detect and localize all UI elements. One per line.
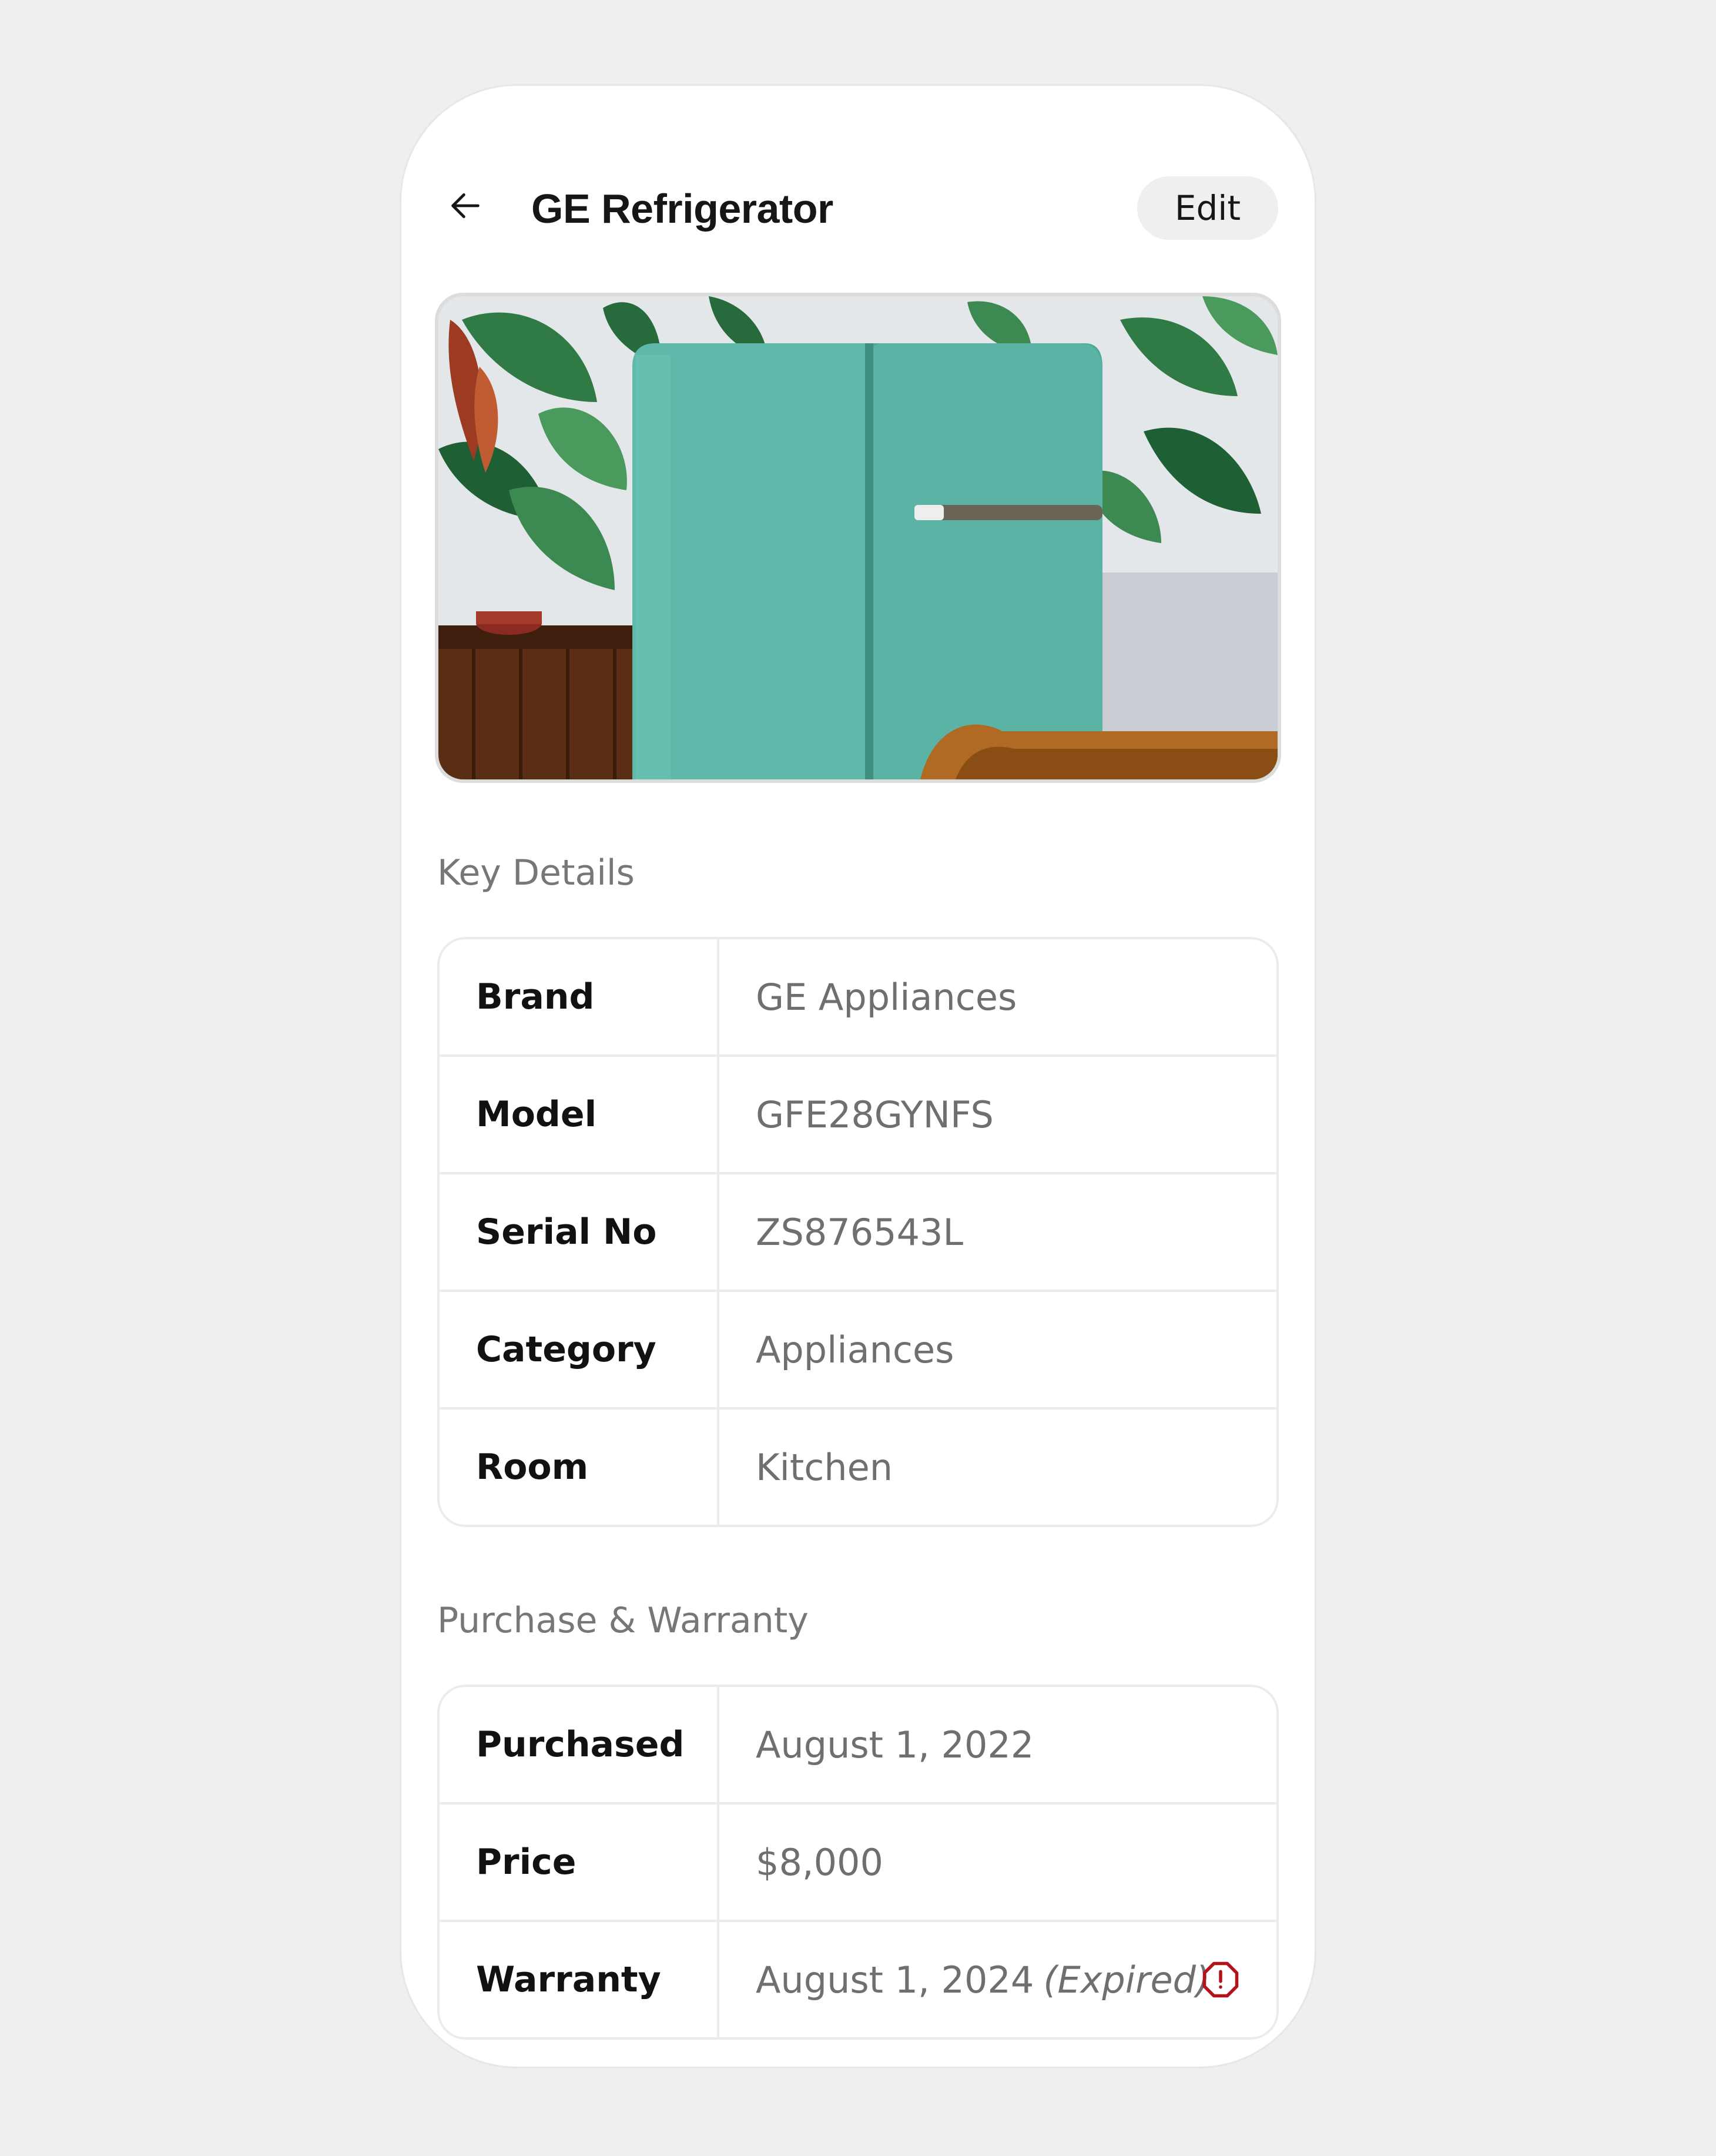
table-row: Room Kitchen [440, 1407, 1276, 1525]
table-row: Model GFE28GYNFS [440, 1054, 1276, 1172]
table-row: Purchased August 1, 2022 [440, 1687, 1276, 1802]
row-value: GFE28GYNFS [756, 1093, 994, 1136]
table-row: Category Appliances [440, 1290, 1276, 1407]
warranty-date: August 1, 2024 [756, 1958, 1034, 2001]
row-label: Room [440, 1410, 719, 1525]
row-label: Price [440, 1805, 719, 1920]
expired-status: (Expired) [1043, 1958, 1211, 2001]
row-label: Model [440, 1057, 719, 1172]
key-details-table: Brand GE Appliances Model GFE28GYNFS Ser… [437, 937, 1279, 1527]
table-row: Serial No ZS876543L [440, 1172, 1276, 1290]
row-label: Serial No [440, 1174, 719, 1290]
row-value: ZS876543L [756, 1210, 964, 1254]
arrow-left-icon [451, 193, 480, 219]
page-title: GE Refrigerator [531, 186, 833, 232]
row-value: August 1, 2022 [756, 1723, 1034, 1766]
alert-octagon-icon[interactable] [1201, 1960, 1240, 1999]
item-photo [435, 293, 1281, 783]
table-row: Brand GE Appliances [440, 939, 1276, 1054]
purchase-warranty-heading: Purchase & Warranty [437, 1600, 809, 1641]
row-label: Category [440, 1292, 719, 1407]
row-label: Warranty [440, 1922, 719, 2037]
row-value: Appliances [756, 1328, 954, 1371]
table-row: Warranty August 1, 2024 (Expired) [440, 1920, 1276, 2037]
back-button[interactable] [436, 173, 495, 238]
row-value: $8,000 [756, 1840, 883, 1884]
row-value: Kitchen [756, 1445, 893, 1489]
row-label: Brand [440, 939, 719, 1054]
key-details-heading: Key Details [437, 852, 635, 893]
purchase-warranty-table: Purchased August 1, 2022 Price $8,000 Wa… [437, 1685, 1279, 2040]
edit-button[interactable]: Edit [1137, 176, 1278, 240]
table-row: Price $8,000 [440, 1802, 1276, 1920]
warranty-value: August 1, 2024 (Expired) [719, 1922, 1276, 2037]
row-value: GE Appliances [756, 975, 1017, 1019]
row-label: Purchased [440, 1687, 719, 1802]
